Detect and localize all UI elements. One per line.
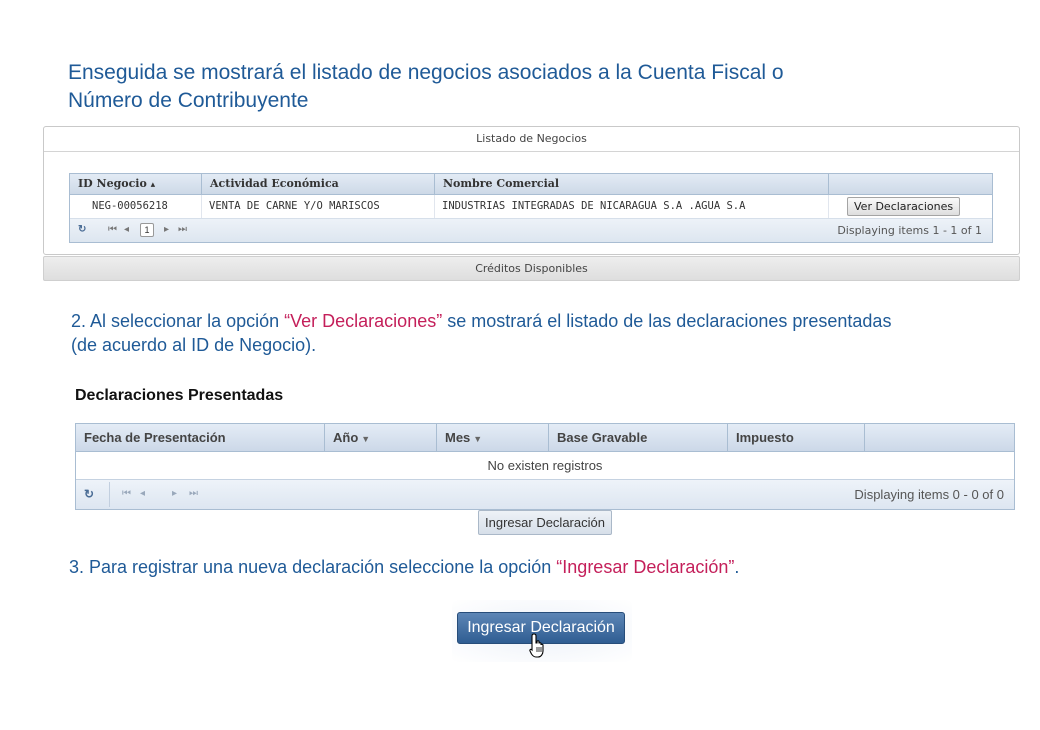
negocios-panel-title: Listado de Negocios — [44, 127, 1019, 152]
page-number-input[interactable]: 1 — [140, 223, 154, 237]
column-header-fecha[interactable]: Fecha de Presentación — [76, 424, 325, 451]
intro-line-1: Enseguida se mostrará el listado de nego… — [68, 61, 784, 84]
last-page-icon[interactable]: ⏭ — [189, 488, 198, 499]
cell-actividad: VENTA DE CARNE Y/O MARISCOS — [202, 195, 435, 218]
intro-line-2: Número de Contribuyente — [68, 89, 309, 112]
step-3-text: 3. Para registrar una nueva declaración … — [69, 555, 999, 579]
declaraciones-grid: Fecha de Presentación Año ▼ Mes ▼ Base Gra… — [75, 423, 1015, 510]
hand-cursor-icon — [529, 633, 544, 658]
refresh-icon[interactable]: ↻ — [84, 487, 94, 501]
refresh-icon[interactable]: ↻ — [78, 224, 86, 235]
step-2-prefix: 2. Al seleccionar la opción — [71, 311, 285, 331]
ver-declaraciones-button[interactable]: Ver Declaraciones — [847, 197, 961, 216]
declaraciones-grid-header: Fecha de Presentación Año ▼ Mes ▼ Base Gra… — [76, 424, 1014, 452]
pager-display-text: Displaying items 0 - 0 of 0 — [854, 487, 1004, 502]
sort-down-icon: ▼ — [473, 434, 483, 444]
intro-text: Enseguida se mostrará el listado de nego… — [68, 59, 968, 115]
pager-divider — [109, 482, 110, 507]
column-header-extra — [865, 424, 1014, 451]
cell-nombre: INDUSTRIAS INTEGRADAS DE NICARAGUA S.A .… — [435, 195, 829, 218]
sort-down-icon: ▼ — [361, 434, 371, 444]
cell-id-negocio: NEG-00056218 — [70, 195, 202, 218]
declaraciones-title: Declaraciones Presentadas — [75, 387, 284, 404]
negocios-grid-header: ID Negocio ▴ Actividad Económica Nombre … — [70, 174, 992, 195]
ingresar-declaracion-button-small[interactable]: Ingresar Declaración — [478, 510, 612, 535]
column-header-mes[interactable]: Mes ▼ — [437, 424, 549, 451]
step-3-suffix: . — [734, 557, 740, 577]
column-header-actividad[interactable]: Actividad Económica — [202, 174, 435, 194]
column-header-impuesto[interactable]: Impuesto — [728, 424, 865, 451]
step-3-prefix: 3. Para registrar una nueva declaración … — [69, 557, 557, 577]
table-row[interactable]: NEG-00056218 VENTA DE CARNE Y/O MARISCOS… — [70, 195, 992, 219]
cell-action: Ver Declaraciones — [829, 195, 992, 218]
column-header-nombre[interactable]: Nombre Comercial — [435, 174, 829, 194]
pager-display-text: Displaying items 1 - 1 of 1 — [837, 224, 982, 237]
column-header-base-gravable[interactable]: Base Gravable — [549, 424, 728, 451]
first-page-icon[interactable]: ⏮ — [122, 488, 131, 499]
column-header-action — [829, 174, 992, 194]
step-2-line-2: (de acuerdo al ID de Negocio). — [71, 335, 317, 355]
prev-page-icon[interactable]: ◂ — [124, 224, 129, 235]
step-2-text: 2. Al seleccionar la opción “Ver Declara… — [71, 309, 1001, 357]
negocios-grid: ID Negocio ▴ Actividad Económica Nombre … — [69, 173, 993, 243]
step-2-highlight: “Ver Declaraciones” — [284, 311, 443, 331]
creditos-panel-header[interactable]: Créditos Disponibles — [43, 256, 1020, 281]
step-3-highlight: “Ingresar Declaración” — [556, 557, 735, 577]
column-header-anio[interactable]: Año ▼ — [325, 424, 437, 451]
empty-message: No existen registros — [76, 452, 1014, 480]
last-page-icon[interactable]: ⏭ — [178, 224, 187, 235]
first-page-icon[interactable]: ⏮ — [108, 224, 117, 235]
negocios-panel: Listado de Negocios ID Negocio ▴ Activid… — [43, 126, 1020, 255]
next-page-icon[interactable]: ▸ — [164, 224, 169, 235]
negocios-pager: ↻ ⏮ ◂ 1 ▸ ⏭ Displaying items 1 - 1 of 1 — [70, 219, 992, 242]
column-header-id-negocio[interactable]: ID Negocio ▴ — [70, 174, 202, 194]
step-2-suffix: se mostrará el listado de las declaracio… — [442, 311, 892, 331]
declaraciones-pager: ↻ ⏮ ◂ ▸ ⏭ Displaying items 0 - 0 of 0 — [76, 480, 1014, 509]
next-page-icon[interactable]: ▸ — [172, 488, 177, 499]
prev-page-icon[interactable]: ◂ — [140, 488, 145, 499]
sort-asc-icon: ▴ — [150, 180, 156, 190]
